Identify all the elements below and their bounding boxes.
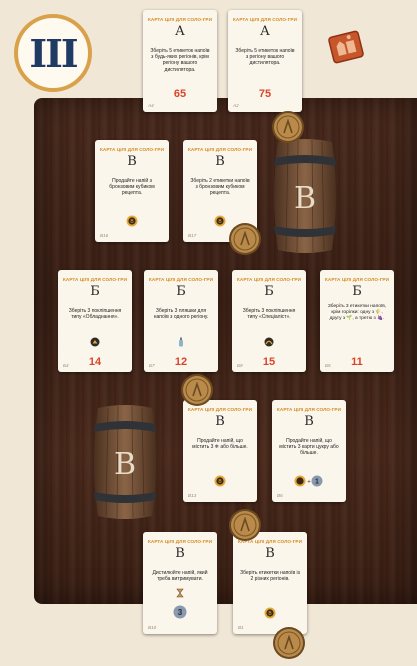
card-header: КАРТА ЦІЛІ ДЛЯ СОЛО-ГРИ <box>148 17 212 22</box>
card-code: A4 <box>148 103 154 108</box>
card-text: Продайте напій з бронзовим кубиком рецеп… <box>109 178 155 197</box>
svg-text:3: 3 <box>178 608 183 617</box>
coin-token[interactable] <box>228 508 262 542</box>
coin-token[interactable] <box>271 110 305 144</box>
card-header: КАРТА ЦІЛІ ДЛЯ СОЛО-ГРИ <box>63 277 127 282</box>
objective-card[interactable]: КАРТА ЦІЛІ ДЛЯ СОЛО-ГРИ A Зберіть 5 етик… <box>228 10 302 112</box>
card-points: 12 <box>174 356 188 368</box>
card-letter: A <box>175 24 185 39</box>
objective-card[interactable]: КАРТА ЦІЛІ ДЛЯ СОЛО-ГРИ A Зберіть 5 етик… <box>143 10 217 112</box>
card-letter: B <box>215 414 225 429</box>
card-letter: B <box>127 154 137 169</box>
card-code: B17 <box>188 233 197 238</box>
svg-text:+: + <box>307 480 311 486</box>
card-letter: B <box>304 414 314 429</box>
level-badge: III <box>14 14 92 92</box>
hourglass-icon <box>176 588 184 598</box>
card-letter: Б <box>90 284 100 299</box>
card-points: 75 <box>258 88 272 100</box>
barrel-tile[interactable]: B <box>90 404 160 520</box>
card-letter: Б <box>352 284 362 299</box>
equipment-icon <box>90 337 100 347</box>
card-points: 14 <box>88 356 102 368</box>
objective-card[interactable]: КАРТА ЦІЛІ ДЛЯ СОЛО-ГРИ B Продайте напій… <box>95 140 169 242</box>
card-letter: B <box>175 546 185 561</box>
card-text: Продайте напій, що містить 3 карти цукру… <box>279 438 339 457</box>
level-numeral: III <box>29 30 78 76</box>
distillery-seal-icon <box>328 30 364 64</box>
card-header: КАРТА ЦІЛІ ДЛЯ СОЛО-ГРИ <box>100 147 164 152</box>
card-header: КАРТА ЦІЛІ ДЛЯ СОЛО-ГРИ <box>149 277 213 282</box>
specialist-icon <box>264 337 274 347</box>
card-text: Зберіть 3 покліпшення типу «Обладнання». <box>68 308 122 321</box>
bottle-icon <box>179 337 183 347</box>
card-points: 15 <box>262 356 276 368</box>
coin-token[interactable] <box>228 222 262 256</box>
card-text: Зберіть 5 етикеток напоїв з будь-яких ре… <box>150 48 210 73</box>
card-header: КАРТА ЦІЛІ ДЛЯ СОЛО-ГРИ <box>237 277 301 282</box>
objective-card[interactable]: КАРТА ЦІЛІ ДЛЯ СОЛО-ГРИ B Дистилюйте нап… <box>143 532 217 634</box>
objective-card[interactable]: КАРТА ЦІЛІ ДЛЯ СОЛО-ГРИ Б Зберіть 3 покл… <box>58 270 132 372</box>
card-letter: A <box>260 24 270 39</box>
card-text: Зберіть етикетки напоїв із 2 різних регі… <box>240 570 300 583</box>
objective-card[interactable]: КАРТА ЦІЛІ ДЛЯ СОЛО-ГРИ Б Зберіть 3 етик… <box>320 270 394 372</box>
coin-token[interactable] <box>180 373 214 407</box>
card-text: Дистилюйте напій, який треба витримувати… <box>152 570 208 583</box>
svg-text:B: B <box>294 181 316 216</box>
objective-card[interactable]: КАРТА ЦІЛІ ДЛЯ СОЛО-ГРИ Б Зберіть 3 покл… <box>232 270 306 372</box>
svg-text:1: 1 <box>315 479 319 486</box>
card-code: B13 <box>188 493 197 498</box>
card-code: B16 <box>100 233 109 238</box>
bronze-medal-icon: B <box>214 475 226 487</box>
objective-card[interactable]: КАРТА ЦІЛІ ДЛЯ СОЛО-ГРИ B Продайте напій… <box>272 400 346 502</box>
card-code: Б7 <box>149 363 155 368</box>
card-text: Зберіть 5 етикеток напоїв з регіону вашо… <box>235 48 295 67</box>
card-text: Зберіть 3 покліпшення типу «Спеціаліст». <box>242 308 296 321</box>
card-code: Б9 <box>237 363 243 368</box>
card-text: Зберіть 3 пляшки для напоїв з одного рег… <box>153 308 209 321</box>
card-header: КАРТА ЦІЛІ ДЛЯ СОЛО-ГРИ <box>188 407 252 412</box>
card-letter: B <box>215 154 225 169</box>
card-code: B10 <box>148 625 157 630</box>
bronze-medal-cube-icon: + 1 <box>294 475 323 487</box>
bronze-medal-icon: B <box>126 215 138 227</box>
card-text: Зберіть 2 етикетки напоїв з бронзовим ку… <box>190 178 250 197</box>
card-code: B1 <box>238 625 244 630</box>
bronze-medal-icon: B <box>214 215 226 227</box>
card-header: КАРТА ЦІЛІ ДЛЯ СОЛО-ГРИ <box>148 539 212 544</box>
card-code: A2 <box>233 103 239 108</box>
card-header: КАРТА ЦІЛІ ДЛЯ СОЛО-ГРИ <box>325 277 389 282</box>
card-code: Б5 <box>325 363 331 368</box>
objective-card[interactable]: КАРТА ЦІЛІ ДЛЯ СОЛО-ГРИ Б Зберіть 3 пляш… <box>144 270 218 372</box>
card-header: КАРТА ЦІЛІ ДЛЯ СОЛО-ГРИ <box>233 17 297 22</box>
card-letter: B <box>265 546 275 561</box>
card-code: Б4 <box>63 363 69 368</box>
card-text: Зберіть 3 етикетки напоїв, крім горілки:… <box>327 304 387 321</box>
card-letter: Б <box>264 284 274 299</box>
card-code: B6 <box>277 493 283 498</box>
card-text: Продайте напій, що містить 3 ❄ або більш… <box>192 438 248 451</box>
svg-text:B: B <box>114 447 136 482</box>
barrel-tile[interactable]: B <box>270 138 340 254</box>
objective-card[interactable]: КАРТА ЦІЛІ ДЛЯ СОЛО-ГРИ B Продайте напій… <box>183 400 257 502</box>
card-header: КАРТА ЦІЛІ ДЛЯ СОЛО-ГРИ <box>188 147 252 152</box>
bronze-medal-icon: B <box>264 607 276 619</box>
ageing-cube-icon: 3 <box>173 605 187 619</box>
card-points: 11 <box>351 356 363 368</box>
objective-card[interactable]: КАРТА ЦІЛІ ДЛЯ СОЛО-ГРИ B Зберіть етикет… <box>233 532 307 634</box>
coin-token[interactable] <box>272 626 306 660</box>
card-letter: Б <box>176 284 186 299</box>
card-points: 65 <box>173 88 187 100</box>
card-header: КАРТА ЦІЛІ ДЛЯ СОЛО-ГРИ <box>277 407 341 412</box>
